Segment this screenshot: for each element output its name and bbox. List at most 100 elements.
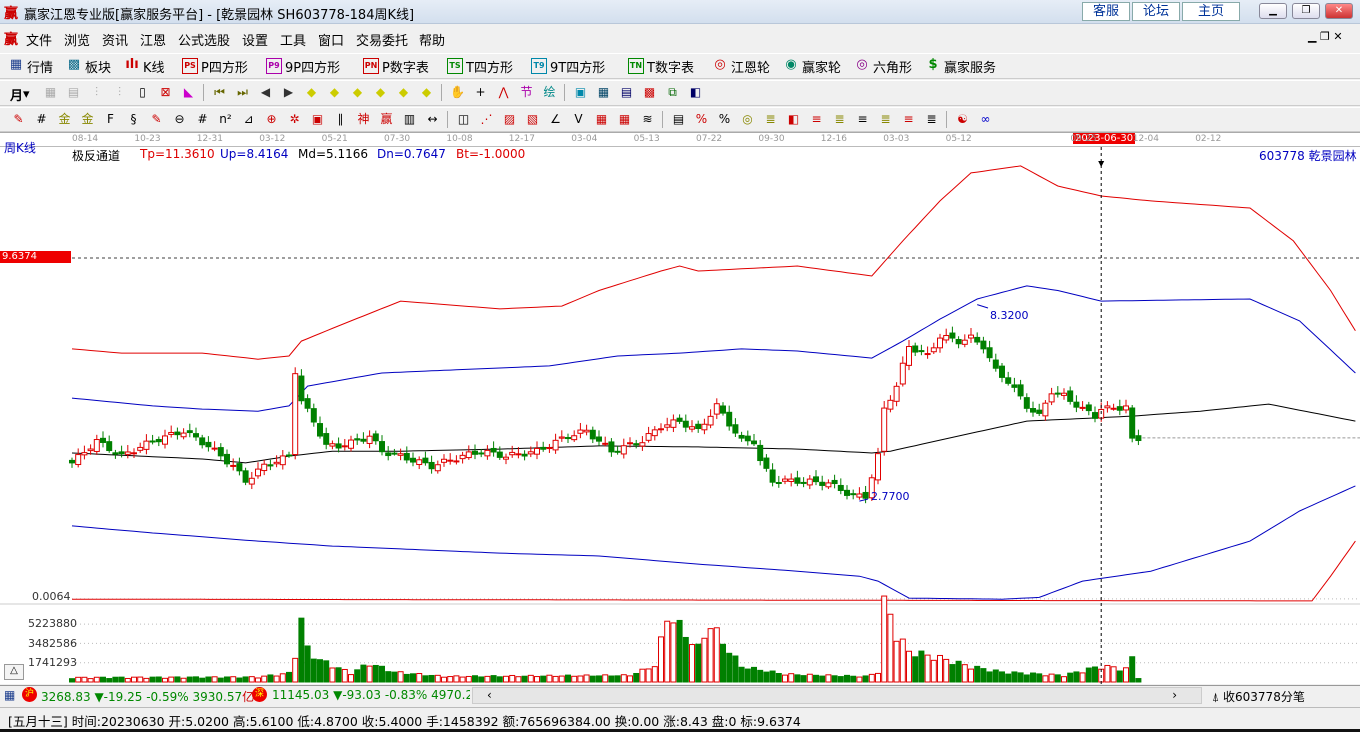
pattern-icon[interactable]: ▦ [42,84,59,101]
menu-formula[interactable]: 公式选股 [178,30,230,49]
right-diamond-icon[interactable]: ◆ [326,84,343,101]
flag-icon[interactable]: ◣ [180,84,197,101]
shrink-icon[interactable]: ◆ [372,84,389,101]
forum-button[interactable]: 论坛 [1132,2,1180,21]
split-icon[interactable]: ◧ [785,111,802,128]
star-icon[interactable]: ✲ [286,111,303,128]
save-icon[interactable]: ▩ [641,84,658,101]
list4-icon[interactable]: ≣ [877,111,894,128]
grid-lines-icon[interactable]: # [194,111,211,128]
triangle-icon[interactable]: ⊿ [240,111,257,128]
golden-ratio-icon[interactable]: 金 [56,111,73,128]
grid-icon[interactable]: ▦ [593,111,610,128]
zoom-out-icon[interactable]: ◆ [418,84,435,101]
zoom-in-icon[interactable]: ◆ [395,84,412,101]
menu-tools[interactable]: 工具 [280,30,306,49]
prev-icon[interactable]: ◀ [257,84,274,101]
minimize-button[interactable]: ▁ [1259,3,1287,19]
toolbar-p9-button[interactable]: P9 9P四方形 [266,56,340,76]
fibonacci-icon[interactable]: F [102,111,119,128]
toolbar-ts-button[interactable]: TS T四方形 [447,56,513,76]
first-icon[interactable]: ⏮ [211,84,228,101]
expand-icon[interactable]: ◆ [349,84,366,101]
shanghai-index[interactable]: 3268.83 ▼-19.25 -0.59% 3930.57亿 [41,688,254,705]
scroll-up-button[interactable]: △ [4,664,24,680]
toolbar-gann-wheel-button[interactable]: ◎ 江恩轮 [712,56,770,76]
toolbar-pn-button[interactable]: PN P数字表 [363,56,429,76]
toolbar-ps-button[interactable]: PS P四方形 [182,56,248,76]
menu-browse[interactable]: 浏览 [64,30,90,49]
network-icon[interactable]: ⧉ [664,84,681,101]
scroll-left-icon[interactable]: ‹ [487,688,492,702]
box-icon[interactable]: ▣ [309,111,326,128]
wave-icon[interactable]: ≋ [639,111,656,128]
draw-icon[interactable]: 绘 [541,84,558,101]
circle-icon[interactable]: ⊖ [171,111,188,128]
close-button[interactable]: ✕ [1325,3,1353,19]
list3-icon[interactable]: ≡ [854,111,871,128]
square-icon[interactable]: n² [217,111,234,128]
left-diamond-icon[interactable]: ◆ [303,84,320,101]
last-icon[interactable]: ⏭ [234,84,251,101]
ruler-icon[interactable]: ▥ [401,111,418,128]
next-icon[interactable]: ▶ [280,84,297,101]
gann-square-icon[interactable]: ▧ [524,111,541,128]
list6-icon[interactable]: ≣ [923,111,940,128]
fan-icon[interactable]: ⋰ [478,111,495,128]
home-button[interactable]: 主页 [1182,2,1240,21]
hand-icon[interactable]: ✋ [449,84,466,101]
bars9-icon[interactable]: ⫶ [111,84,128,101]
golden-ratio2-icon[interactable]: 金 [79,111,96,128]
infinity-icon[interactable]: ∞ [977,111,994,128]
list-lines-icon[interactable]: ≡ [808,111,825,128]
coin-icon[interactable]: ◎ [739,111,756,128]
kline-chart[interactable] [0,133,1360,685]
god-icon[interactable]: 神 [355,111,372,128]
grid2-icon[interactable]: ▦ [616,111,633,128]
scroll-right-icon[interactable]: › [1172,688,1177,702]
calculator-icon[interactable]: ▦ [595,84,612,101]
print-icon[interactable]: ◧ [687,84,704,101]
table-icon[interactable]: ▤ [670,111,687,128]
customer-service-button[interactable]: 客服 [1082,2,1130,21]
yin-yang-icon[interactable]: ☯ [954,111,971,128]
v-icon[interactable]: V [570,111,587,128]
list2-icon[interactable]: ≣ [831,111,848,128]
menu-window[interactable]: 窗口 [318,30,344,49]
menu-settings[interactable]: 设置 [242,30,268,49]
toolbar-dollar-button[interactable]: $ 赢家服务 [925,56,996,76]
horizontal-scrollbar[interactable]: ‹ › [472,687,1202,704]
percent-icon[interactable]: % [716,111,733,128]
angle-icon[interactable]: ∠ [547,111,564,128]
menu-news[interactable]: 资讯 [102,30,128,49]
solar-term-icon[interactable]: 节 [518,84,535,101]
toolbar-blocks-button[interactable]: ▩ 板块 [66,56,111,76]
calendar-21-icon[interactable]: ▣ [572,84,589,101]
menu-trade[interactable]: 交易委托 [356,30,408,49]
pen2-icon[interactable]: ✎ [148,111,165,128]
toolbar-candlestick-button[interactable]: ılı K线 [124,56,164,76]
period-selector[interactable]: 月 ▾ [10,84,30,104]
percent-angle-icon[interactable]: % [693,111,710,128]
toolbar-tn-button[interactable]: TN T数字表 [628,56,694,76]
chart-area[interactable] [0,132,1360,685]
menu-file[interactable]: 文件 [26,30,52,49]
zigzag-icon[interactable]: ⋀ [495,84,512,101]
chart-style-icon[interactable]: ⊠ [157,84,174,101]
toolbar-t9-button[interactable]: T9 9T四方形 [531,56,605,76]
win-icon[interactable]: 赢 [378,111,395,128]
toolbar-grid-table-button[interactable]: ▦ 行情 [8,56,53,76]
gann-box-icon[interactable]: ▨ [501,111,518,128]
measure-icon[interactable]: ↔ [424,111,441,128]
level-icon[interactable]: ≣ [762,111,779,128]
restore-button[interactable]: ❐ [1292,3,1320,19]
calendar-icon[interactable]: ▦ [4,688,15,702]
list5-icon[interactable]: ≡ [900,111,917,128]
toolbar-hexagon-button[interactable]: ◎ 六角形 [854,56,912,76]
window-icon[interactable]: ◫ [455,111,472,128]
lines-icon[interactable]: ∥ [332,111,349,128]
toolbar-winner-wheel-button[interactable]: ◉ 赢家轮 [783,56,841,76]
bars3-icon[interactable]: ⫶ [88,84,105,101]
menu-gann[interactable]: 江恩 [140,30,166,49]
target-icon[interactable]: ⊕ [263,111,280,128]
